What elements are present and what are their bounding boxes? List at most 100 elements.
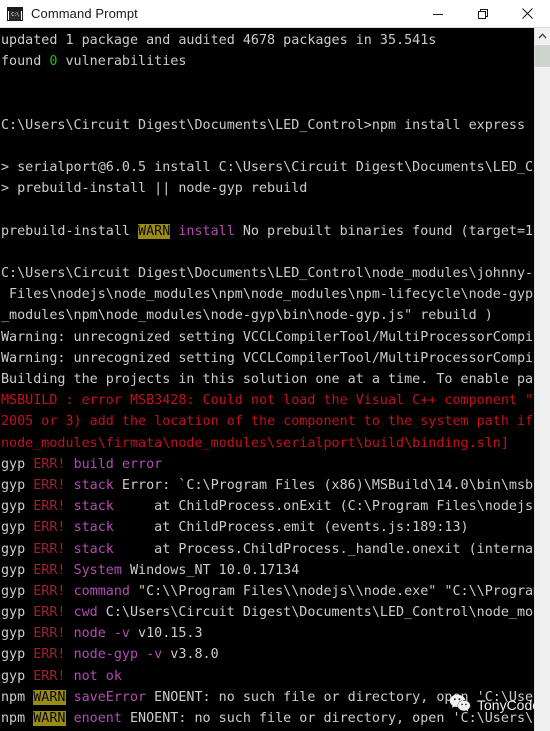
console-line: > prebuild-install || node-gyp rebuild bbox=[1, 178, 534, 199]
console-segment: C:\Users\Circuit Digest\Documents\LED_Co… bbox=[1, 117, 526, 133]
console-segment: > serialport@6.0.5 install C:\Users\Circ… bbox=[1, 160, 534, 176]
console-line: > serialport@6.0.5 install C:\Users\Circ… bbox=[1, 157, 534, 178]
console-segment: ERR! bbox=[33, 499, 66, 515]
console-segment: node_modules\firmata\node_modules\serial… bbox=[1, 435, 509, 451]
console-segment bbox=[66, 499, 74, 514]
console-segment: ENOENT: no such file or directory, open … bbox=[121, 711, 534, 726]
console-segment: build error bbox=[73, 456, 163, 472]
console-line: node_modules\firmata\node_modules\serial… bbox=[1, 433, 534, 454]
console-segment: ERR! bbox=[33, 520, 66, 536]
console-segment: ERR! bbox=[33, 668, 66, 684]
console-segment: ENOENT: no such file or directory, open … bbox=[146, 689, 534, 705]
console-segment: saveError bbox=[73, 689, 147, 705]
console-segment bbox=[66, 457, 74, 472]
console-line: gyp ERR! cwd C:\Users\Circuit Digest\Doc… bbox=[1, 602, 534, 623]
console-segment: ERR! bbox=[33, 541, 66, 557]
console-segment: stack bbox=[73, 520, 114, 536]
minimize-button[interactable] bbox=[415, 0, 460, 28]
console-segment: gyp bbox=[1, 477, 34, 493]
console-line: Warning: unrecognized setting VCCLCompil… bbox=[1, 348, 534, 369]
console-segment bbox=[66, 563, 74, 578]
console-line: C:\Users\Circuit Digest\Documents\LED_Co… bbox=[1, 115, 534, 136]
console-segment: node-gyp -v bbox=[73, 647, 163, 663]
console-segment: gyp bbox=[1, 583, 34, 599]
console-segment bbox=[66, 584, 74, 599]
console-segment: command bbox=[73, 583, 130, 599]
console-segment bbox=[66, 690, 74, 705]
console-segment bbox=[66, 711, 74, 726]
scrollbar-track[interactable] bbox=[535, 67, 550, 731]
console-segment: at ChildProcess.onExit (C:\Program Files… bbox=[113, 499, 534, 515]
console-segment: install bbox=[178, 223, 235, 239]
console-line: npm WARN saveError ENOENT: no such file … bbox=[1, 687, 534, 708]
console-output[interactable]: updated 1 package and audited 4678 packa… bbox=[0, 28, 534, 731]
console-line: gyp ERR! node -v v10.15.3 bbox=[1, 623, 534, 644]
console-line: prebuild-install WARN install No prebuil… bbox=[1, 221, 534, 242]
console-segment: vulnerabilities bbox=[57, 54, 187, 70]
app-icon-glyph: C:\ bbox=[9, 10, 21, 20]
console-line: gyp ERR! node-gyp -v v3.8.0 bbox=[1, 644, 534, 665]
command-prompt-icon: C:\ bbox=[7, 6, 23, 21]
console-segment: at Process.ChildProcess._handle.onexit (… bbox=[113, 541, 534, 557]
console-segment: gyp bbox=[1, 562, 34, 578]
console-segment: ERR! bbox=[33, 583, 66, 599]
console-line: gyp ERR! stack at Process.ChildProcess._… bbox=[1, 539, 534, 560]
console-segment: 2005 or 3) add the location of the compo… bbox=[1, 414, 534, 430]
console-segment: gyp bbox=[1, 456, 34, 472]
restore-button[interactable] bbox=[460, 0, 505, 28]
console-segment bbox=[66, 542, 74, 557]
console-line: Warning: unrecognized setting VCCLCompil… bbox=[1, 327, 534, 348]
console-segment: WARN bbox=[33, 711, 66, 726]
console-segment bbox=[66, 626, 74, 641]
console-segment: v3.8.0 bbox=[162, 647, 219, 663]
scrollbar-thumb[interactable] bbox=[535, 45, 550, 67]
console-segment: gyp bbox=[1, 626, 34, 642]
scroll-up-arrow-icon[interactable] bbox=[535, 28, 550, 44]
console-segment: not ok bbox=[73, 668, 122, 684]
console-segment bbox=[66, 647, 74, 662]
console-line: gyp ERR! stack at ChildProcess.onExit (C… bbox=[1, 496, 534, 517]
console-segment: ERR! bbox=[33, 477, 66, 493]
console-segment: gyp bbox=[1, 499, 34, 515]
console-scrollbar[interactable] bbox=[534, 28, 550, 731]
console-segment: node -v bbox=[73, 626, 130, 642]
console-segment: npm bbox=[1, 689, 34, 705]
console-line: Files\nodejs\node_modules\npm\node_modul… bbox=[1, 284, 534, 305]
console-segment: C:\Users\Circuit Digest\Documents\LED_Co… bbox=[1, 266, 534, 282]
console-segment: MSBUILD : error MSB3428: Could not load … bbox=[1, 393, 534, 409]
console-line: MSBUILD : error MSB3428: Could not load … bbox=[1, 390, 534, 411]
console-segment: stack bbox=[73, 477, 114, 493]
console-segment: gyp bbox=[1, 605, 34, 621]
console-segment: WARN bbox=[138, 223, 171, 239]
console-segment: No prebuilt binaries found (target=10 bbox=[234, 223, 534, 239]
console-segment: _modules\npm\node_modules\node-gyp\bin\n… bbox=[1, 308, 493, 324]
console-segment: at ChildProcess.emit (events.js:189:13) bbox=[113, 520, 469, 536]
console-segment: found bbox=[1, 54, 50, 70]
console-segment: ERR! bbox=[33, 562, 66, 578]
console-segment: System bbox=[73, 562, 122, 578]
console-segment: gyp bbox=[1, 520, 34, 536]
console-segment: ERR! bbox=[33, 456, 66, 472]
console-segment: ERR! bbox=[33, 647, 66, 663]
console-line: C:\Users\Circuit Digest\Documents\LED_Co… bbox=[1, 263, 534, 284]
console-segment: prebuild-install bbox=[1, 223, 139, 239]
console-line: _modules\npm\node_modules\node-gyp\bin\n… bbox=[1, 305, 534, 326]
close-button[interactable] bbox=[505, 0, 550, 28]
console-segment: > prebuild-install || node-gyp rebuild bbox=[1, 181, 308, 197]
title-bar[interactable]: C:\ Command Prompt bbox=[0, 0, 550, 28]
console-segment: Building the projects in this solution o… bbox=[1, 372, 534, 387]
window-controls bbox=[415, 0, 550, 28]
console-line: gyp ERR! command "C:\\Program Files\\nod… bbox=[1, 581, 534, 602]
console-segment: ERR! bbox=[33, 605, 66, 621]
console-segment: enoent bbox=[73, 711, 122, 726]
console-line: gyp ERR! stack Error: `C:\Program Files … bbox=[1, 475, 534, 496]
window-title: Command Prompt bbox=[31, 6, 138, 21]
console-segment: Files\nodejs\node_modules\npm\node_modul… bbox=[1, 287, 534, 303]
console-segment bbox=[66, 478, 74, 493]
console-segment bbox=[66, 605, 74, 620]
